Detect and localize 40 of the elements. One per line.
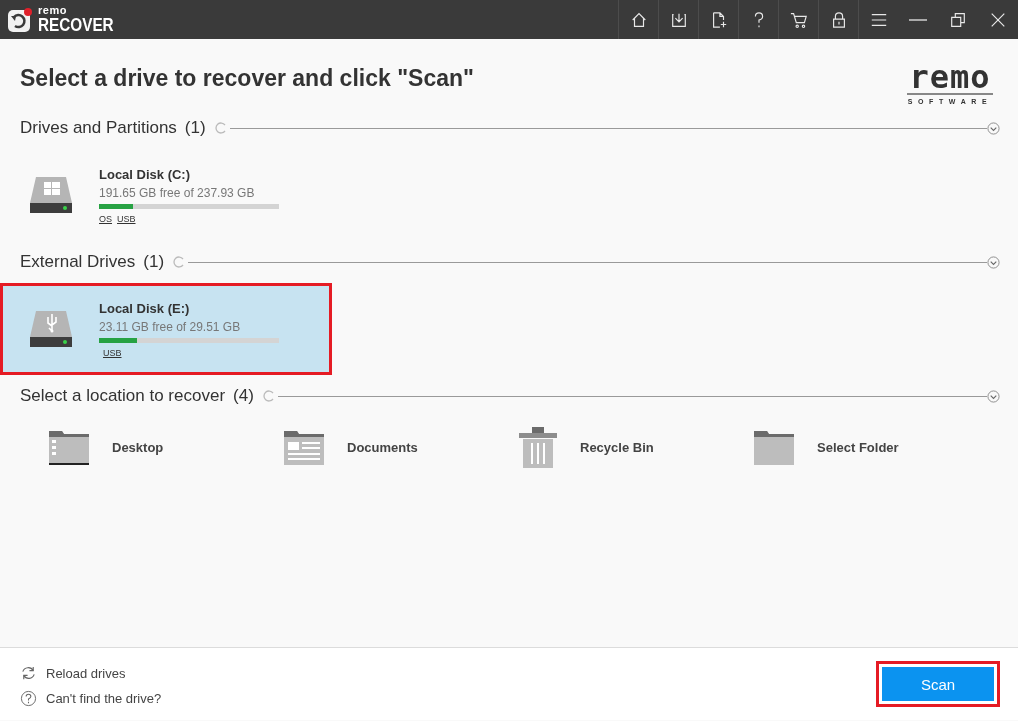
usb-drive-icon (27, 309, 75, 349)
section-count: (1) (143, 252, 165, 272)
drive-tag[interactable]: USB (103, 347, 122, 358)
drive-tag[interactable]: OS (99, 213, 112, 224)
restore-icon (949, 10, 967, 29)
reload-icon (20, 665, 37, 682)
drive-card[interactable]: Local Disk (E:) 23.11 GB free of 29.51 GB USB (0, 283, 332, 375)
windows-drive-icon (27, 175, 75, 215)
collapse-toggle-icon[interactable] (987, 255, 1000, 269)
refresh-icon (213, 121, 228, 135)
cart-icon (789, 10, 808, 29)
drive-space: 23.11 GB free of 29.51 GB (99, 319, 242, 334)
page-heading: Select a drive to recover and click "Scan" (20, 65, 474, 92)
location-item[interactable]: Recycle Bin (518, 425, 753, 469)
trash-icon (518, 426, 558, 468)
section-title: External Drives (20, 252, 136, 272)
brand-logo-text: remo (907, 61, 993, 95)
home-icon (629, 10, 648, 29)
section-title: Select a location to recover (20, 386, 226, 406)
logo-icon (7, 6, 33, 33)
reload-drives-link[interactable]: Reload drives (20, 665, 876, 682)
drive-space: 191.65 GB free of 237.93 GB (99, 185, 256, 200)
collapse-toggle-icon[interactable] (987, 389, 1000, 403)
section-title: Drives and Partitions (20, 118, 177, 138)
drive-tag[interactable]: USB (117, 213, 136, 224)
help-icon (20, 690, 37, 707)
location-item[interactable]: Documents (283, 425, 518, 469)
refresh-icon (261, 389, 276, 403)
drive-card[interactable]: Local Disk (C:) 191.65 GB free of 237.93 GB OS USB (0, 149, 332, 241)
minimize-icon (909, 18, 927, 21)
app-name: RECOVER (38, 16, 114, 34)
location-item[interactable]: Desktop (48, 425, 283, 469)
logo-text: remo (38, 5, 68, 16)
help-link[interactable]: Can't find the drive? (20, 690, 876, 707)
drive-name: Local Disk (E:) (99, 300, 191, 316)
section-count: (1) (184, 118, 206, 138)
collapse-toggle-icon[interactable] (987, 121, 1000, 135)
section-count: (4) (233, 386, 254, 406)
location-item[interactable]: Select Folder (753, 425, 988, 469)
drive-name: Local Disk (C:) (99, 166, 191, 182)
